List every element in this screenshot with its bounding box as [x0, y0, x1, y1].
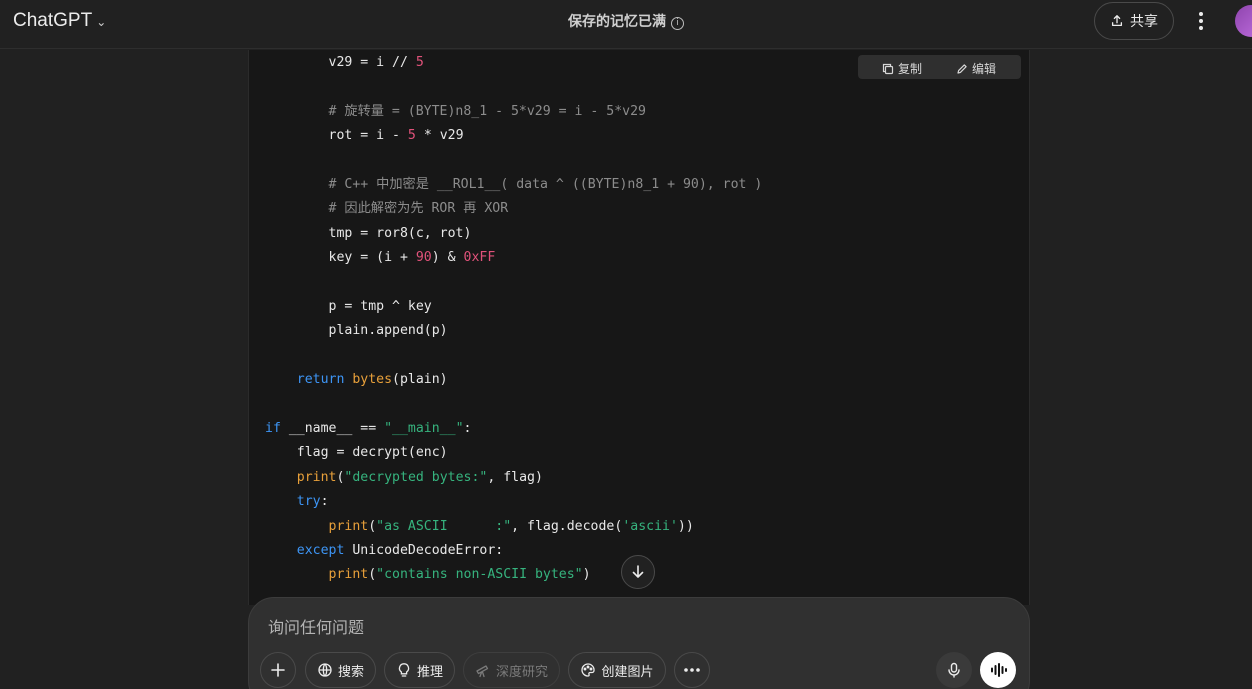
- share-label: 共享: [1130, 14, 1158, 30]
- info-icon[interactable]: i: [671, 17, 684, 30]
- share-button[interactable]: 共享: [1094, 2, 1174, 40]
- more-tools-button[interactable]: [674, 652, 710, 688]
- lightbulb-icon: [398, 663, 410, 677]
- code-line: print("as ASCII :", flag.decode('ascii')…: [265, 517, 694, 537]
- copy-label: 复制: [898, 62, 923, 76]
- code-token: , flag.decode(: [511, 518, 623, 534]
- code-line: plain.append(p): [265, 321, 448, 341]
- code-token: __name__ ==: [288, 421, 385, 436]
- code-token: bytes: [352, 372, 393, 388]
- edit-label: 编辑: [972, 62, 997, 76]
- code-line: tmp = ror8(c, rot): [265, 224, 472, 244]
- reason-label: 推理: [416, 664, 443, 680]
- arrow-down-icon: [632, 565, 644, 578]
- code-token: "as ASCII :": [376, 518, 512, 534]
- avatar[interactable]: [1235, 5, 1252, 37]
- code-token: (: [368, 567, 377, 583]
- search-button[interactable]: 搜索: [305, 652, 376, 688]
- dictate-button[interactable]: [936, 652, 972, 688]
- scroll-down-button[interactable]: [621, 555, 655, 589]
- code-token: print: [265, 469, 337, 485]
- deep-research-button[interactable]: 深度研究: [463, 652, 560, 688]
- code-token: # C++ 中加密是 __ROL1__( data ^ ((BYTE)n8_1 …: [265, 177, 763, 192]
- code-token: return: [265, 372, 353, 388]
- edit-button[interactable]: 编辑: [956, 60, 996, 77]
- code-token: # 旋转量 = (BYTE)n8_1 - 5*v29 = i - 5*v29: [265, 103, 646, 119]
- reason-button[interactable]: 推理: [384, 652, 455, 688]
- code-token: # 因此解密为先 ROR 再 XOR: [265, 201, 509, 217]
- code-token: :: [320, 494, 329, 510]
- create-image-button[interactable]: 创建图片: [568, 652, 666, 688]
- memory-notice[interactable]: 保存的记忆已满 i: [0, 11, 1252, 31]
- copy-button[interactable]: 复制: [882, 60, 922, 77]
- code-token: UnicodeDecodeError:: [352, 543, 504, 558]
- voice-wave-icon: [991, 663, 1007, 677]
- code-token: "contains non-ASCII bytes": [376, 567, 583, 583]
- globe-icon: [318, 663, 332, 677]
- code-token: 90: [415, 250, 432, 266]
- deep-research-label: 深度研究: [495, 664, 548, 680]
- top-bar: ChatGPT ⌄ 保存的记忆已满 i 共享: [0, 0, 1252, 44]
- code-token: rot = i -: [265, 128, 408, 144]
- code-line: return bytes(plain): [265, 370, 448, 390]
- code-token: , flag): [487, 469, 543, 485]
- code-token: if: [265, 421, 289, 436]
- code-token: ) &: [431, 250, 464, 266]
- code-token: :: [463, 421, 472, 436]
- code-token: 0xFF: [463, 250, 496, 266]
- code-token: tmp = ror8(c, rot): [265, 225, 472, 241]
- code-token: (plain): [392, 372, 448, 388]
- code-line: if __name__ == "__main__":: [265, 419, 471, 439]
- code-line: v29 = i // 5: [265, 53, 424, 73]
- code-token: "__main__": [384, 421, 464, 436]
- code-token: plain.append(p): [265, 323, 448, 339]
- code-token: 5: [415, 55, 424, 70]
- more-horizontal-icon: [684, 668, 700, 672]
- code-token: try: [265, 494, 321, 510]
- code-line: # 旋转量 = (BYTE)n8_1 - 5*v29 = i - 5*v29: [265, 102, 646, 122]
- code-token: ): [582, 567, 591, 583]
- copy-icon: [882, 63, 894, 74]
- code-line: print("decrypted bytes:", flag): [265, 468, 543, 488]
- voice-mode-button[interactable]: [980, 652, 1016, 688]
- code-line: print("contains non-ASCII bytes"): [265, 565, 591, 585]
- memory-notice-text: 保存的记忆已满: [568, 14, 666, 30]
- pencil-icon: [957, 63, 967, 74]
- more-vertical-icon[interactable]: [1191, 8, 1211, 34]
- code-line: except UnicodeDecodeError:: [265, 541, 503, 561]
- code-token: except: [265, 543, 353, 558]
- code-token: )): [677, 518, 694, 534]
- palette-icon: [581, 663, 596, 677]
- code-token: v29 = i //: [265, 55, 416, 70]
- search-label: 搜索: [337, 664, 364, 680]
- code-line: flag = decrypt(enc): [265, 443, 448, 463]
- telescope-icon: [476, 665, 489, 678]
- prompt-input[interactable]: 询问任何问题: [268, 614, 364, 638]
- code-token: print: [265, 518, 369, 534]
- microphone-icon: [948, 662, 960, 678]
- code-line: key = (i + 90) & 0xFF: [265, 248, 496, 268]
- code-token: flag = decrypt(enc): [265, 445, 448, 461]
- plus-icon: [271, 663, 285, 677]
- code-token: * v29: [415, 128, 464, 144]
- code-line: rot = i - 5 * v29: [265, 126, 464, 146]
- code-token: 'ascii': [622, 518, 678, 534]
- create-image-label: 创建图片: [601, 664, 654, 680]
- add-attachment-button[interactable]: [260, 652, 296, 688]
- code-token: "decrypted bytes:": [344, 469, 488, 485]
- code-token: p = tmp ^ key: [265, 299, 432, 314]
- code-line: p = tmp ^ key: [265, 297, 432, 317]
- code-token: (: [368, 518, 377, 534]
- code-token: 5: [407, 128, 416, 144]
- code-toolbar: 复制 编辑: [858, 55, 1021, 79]
- code-token: print: [265, 567, 369, 583]
- code-line: # 因此解密为先 ROR 再 XOR: [265, 199, 509, 219]
- code-line: # C++ 中加密是 __ROL1__( data ^ ((BYTE)n8_1 …: [265, 175, 763, 195]
- header-divider: [0, 48, 1252, 49]
- code-line: try:: [265, 492, 329, 512]
- share-upload-icon: [1111, 15, 1123, 27]
- code-token: key = (i +: [265, 250, 416, 266]
